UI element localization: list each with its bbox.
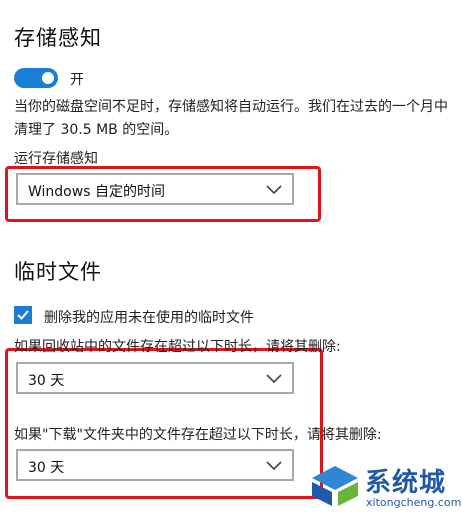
downloads-select-value: 30 天 [28,460,65,476]
chevron-down-icon [266,374,282,384]
storage-sense-toggle[interactable] [14,68,58,88]
recycle-bin-label: 如果回收站中的文件存在超过以下时长，请将其删除: [14,339,341,355]
run-select-value: Windows 自定的时间 [28,184,165,200]
storage-sense-title: 存储感知 [14,26,102,50]
run-storage-sense-select[interactable]: Windows 自定的时间 [16,173,294,205]
downloads-label: 如果"下载"文件夹中的文件存在超过以下时长，请将其删除: [14,427,382,443]
watermark-brand: 系统城 [365,468,447,498]
checkmark-icon [17,310,29,320]
toggle-state-label: 开 [70,72,84,88]
downloads-duration-select[interactable]: 30 天 [16,449,294,481]
recycle-select-value: 30 天 [28,373,65,389]
chevron-down-icon [266,185,282,195]
chevron-down-icon [266,461,282,471]
watermark-logo-icon [312,466,358,506]
delete-temp-files-checkbox[interactable] [14,306,32,324]
run-storage-sense-label: 运行存储感知 [14,151,98,167]
recycle-bin-duration-select[interactable]: 30 天 [16,362,294,394]
temp-files-title: 临时文件 [14,260,102,284]
delete-temp-files-label: 删除我的应用未在使用的临时文件 [44,310,254,326]
watermark-url: xitongcheng.com [366,496,462,509]
toggle-knob [42,72,54,84]
storage-sense-description: 当你的磁盘空间不足时，存储感知将自动运行。我们在过去的一个月中清理了 30.5 … [14,99,448,138]
